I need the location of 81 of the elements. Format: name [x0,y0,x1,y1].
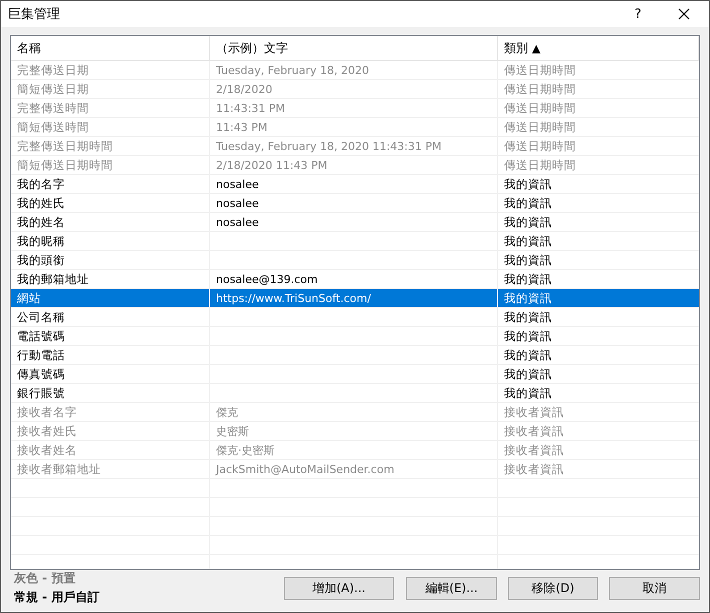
table-cell: 接收者資訊 [504,404,564,420]
table-cell: 行動電話 [17,348,65,362]
table-cell: 我的資訊 [504,366,552,382]
table-row[interactable]: 電話號碼 我的資訊 [11,327,699,346]
table-cell: 傳送日期時間 [504,82,576,96]
table-cell: nosalee [216,178,259,190]
table-cell: 2/18/2020 11:43 PM [216,158,328,172]
table-cell: JackSmith@AutoMailSender.com [216,462,394,476]
table-cell: 傳真號碼 [17,366,65,382]
column-header[interactable]: 名稱 [11,36,210,60]
dialog-button[interactable]: 編輯(E)... [406,576,497,600]
table-cell: 我的資訊 [504,348,552,362]
table-cell: 我的資訊 [504,176,552,192]
table-cell: 我的姓氏 [17,196,65,210]
table-cell: 電話號碼 [17,328,65,344]
table-cell: 接收者名字 [17,404,77,420]
table-row[interactable]: 我的昵稱 我的資訊 [11,232,699,251]
table-row[interactable]: 我的名字 nosalee 我的資訊 [11,175,699,194]
table-cell: 我的頭銜 [17,252,65,268]
table-row[interactable]: 網站 https://www.TriSunSoft.com/ 我的資訊 [11,289,699,308]
table-cell: 接收者姓名 [17,442,77,458]
window-title: 巨集管理 [7,6,60,23]
column-header[interactable]: （示例）文字 [210,36,498,60]
table-cell: 簡短傳送時間 [17,120,89,134]
table-cell: 傳送日期時間 [504,158,576,172]
table-cell: 我的資訊 [504,214,552,230]
table-row[interactable]: 公司名稱 我的資訊 [11,308,699,327]
table-cell: 接收者資訊 [504,442,564,458]
table-cell: 史密斯 [216,424,249,438]
table-cell: 接收者資訊 [504,462,564,476]
table-cell: 我的姓名 [17,214,65,230]
table-cell: 簡短傳送日期時間 [17,158,113,172]
table-cell: 完整傳送日期時間 [17,138,113,154]
table-cell: 傳送日期時間 [504,138,576,154]
table-cell: 傑克·史密斯 [216,442,274,458]
table-cell: 我的郵箱地址 [17,272,89,286]
table-row[interactable]: 銀行賬號 我的資訊 [11,384,699,403]
table-cell: 完整傳送時間 [17,100,89,116]
table-cell: 我的名字 [17,176,65,192]
table-cell: 傳送日期時間 [504,100,576,116]
table-cell: nosalee@139.com [216,272,318,286]
table-cell: nosalee [216,196,259,210]
table-cell: 接收者資訊 [504,424,564,438]
table-cell: 傳送日期時間 [504,62,576,78]
dialog-button[interactable]: 移除(D) [508,576,598,600]
close-icon [678,8,690,20]
table-cell: 簡短傳送日期 [17,82,89,96]
table-cell: 網站 [17,290,41,306]
table-cell: 2/18/2020 [216,82,272,96]
table-cell: 11:43 PM [216,120,268,134]
legend-text: 常規 - 用戶自訂 [14,589,100,606]
table-row[interactable]: 我的頭銜 我的資訊 [11,251,699,270]
table-row[interactable]: 行動電話 我的資訊 [11,346,699,365]
table-cell: 傳送日期時間 [504,120,576,134]
table-cell: 我的資訊 [504,252,552,268]
dialog-button[interactable]: 取消 [609,576,700,600]
table-cell: 我的資訊 [504,196,552,210]
table-cell: 傑克 [216,404,238,420]
table-cell: 我的資訊 [504,234,552,248]
table-cell: 接收者郵箱地址 [17,462,101,476]
legend-text: 灰色 - 預置 [14,570,76,587]
table-cell: 11:43:31 PM [216,102,286,114]
column-header[interactable]: 類別 ▲ [498,36,699,60]
table-cell: Tuesday, February 18, 2020 [216,64,369,76]
table-cell: 公司名稱 [17,310,65,324]
table-cell: 接收者姓氏 [17,424,77,438]
table-cell: 我的資訊 [504,272,552,286]
table-cell: 我的資訊 [504,290,552,306]
table-cell: 銀行賬號 [17,386,65,400]
table-cell: 我的資訊 [504,310,552,324]
table-cell: 完整傳送日期 [17,62,89,78]
table-row[interactable]: 傳真號碼 我的資訊 [11,365,699,384]
table-row[interactable]: 我的姓氏 nosalee 我的資訊 [11,194,699,213]
table-cell: 我的資訊 [504,386,552,400]
table-cell: nosalee [216,216,259,228]
table-cell: https://www.TriSunSoft.com/ [216,292,371,304]
dialog-button[interactable]: 增加(A)... [284,576,394,600]
table-cell: 我的資訊 [504,328,552,344]
table-row[interactable]: 我的姓名 nosalee 我的資訊 [11,213,699,232]
table-cell: Tuesday, February 18, 2020 11:43:31 PM [216,140,442,152]
table-cell: 我的昵稱 [17,234,65,248]
